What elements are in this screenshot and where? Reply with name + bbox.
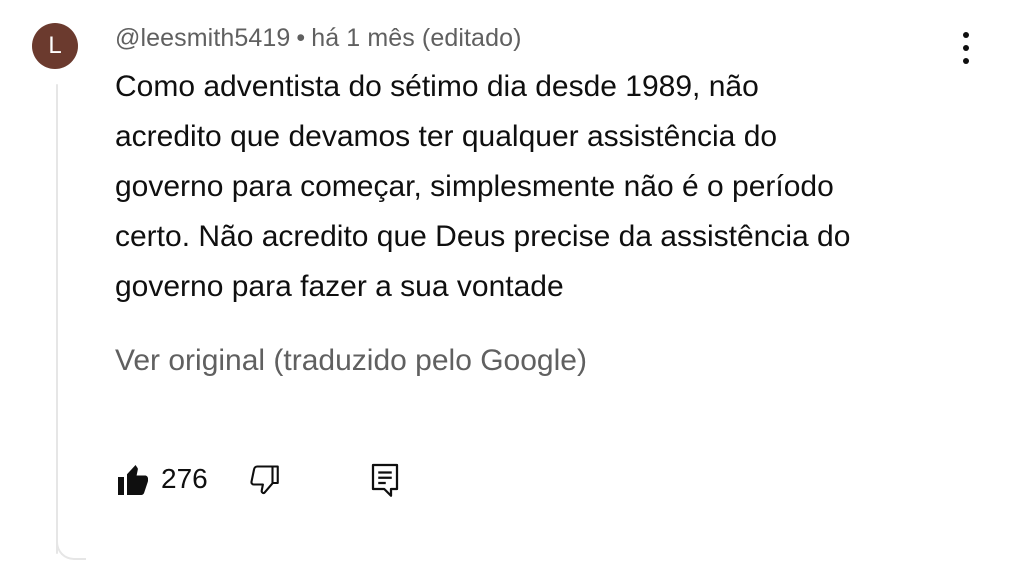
more-vertical-icon-dot	[963, 45, 969, 51]
dislike-button[interactable]	[247, 462, 283, 498]
like-count: 276	[161, 463, 208, 494]
comment-text-line: acredito que devamos ter qualquer assist…	[115, 120, 778, 153]
like-button[interactable]	[115, 462, 151, 498]
comment-time: há 1 mês (editado)	[311, 24, 522, 52]
reply-comment-icon	[371, 463, 399, 497]
see-original-link[interactable]: Ver original (traduzido pelo Google)	[115, 344, 587, 378]
more-vertical-icon-dot	[963, 58, 969, 64]
comment-text-line: certo. Não acredito que Deus precise da …	[115, 220, 851, 253]
more-options-button[interactable]	[954, 30, 978, 66]
thumbs-up-filled-icon	[118, 465, 148, 495]
author-handle[interactable]: @leesmith5419	[115, 24, 290, 52]
thread-curve	[56, 520, 86, 560]
more-vertical-icon	[963, 32, 969, 38]
comment-text-line: governo para fazer a sua vontade	[115, 270, 564, 303]
reply-button[interactable]	[367, 460, 403, 500]
meta-separator: •	[296, 24, 306, 52]
comment-text-line: governo para começar, simplesmente não é…	[115, 170, 834, 203]
thread-line	[56, 84, 58, 554]
avatar[interactable]: L	[32, 23, 78, 69]
avatar-letter: L	[48, 32, 62, 59]
comment-header: @leesmith5419 • há 1 mês (editado)	[115, 24, 522, 53]
thumbs-down-outline-icon	[250, 465, 279, 495]
comment-text: Como adventista do sétimo dia desde 1989…	[115, 62, 955, 312]
comment-text-line: Como adventista do sétimo dia desde 1989…	[115, 70, 759, 103]
